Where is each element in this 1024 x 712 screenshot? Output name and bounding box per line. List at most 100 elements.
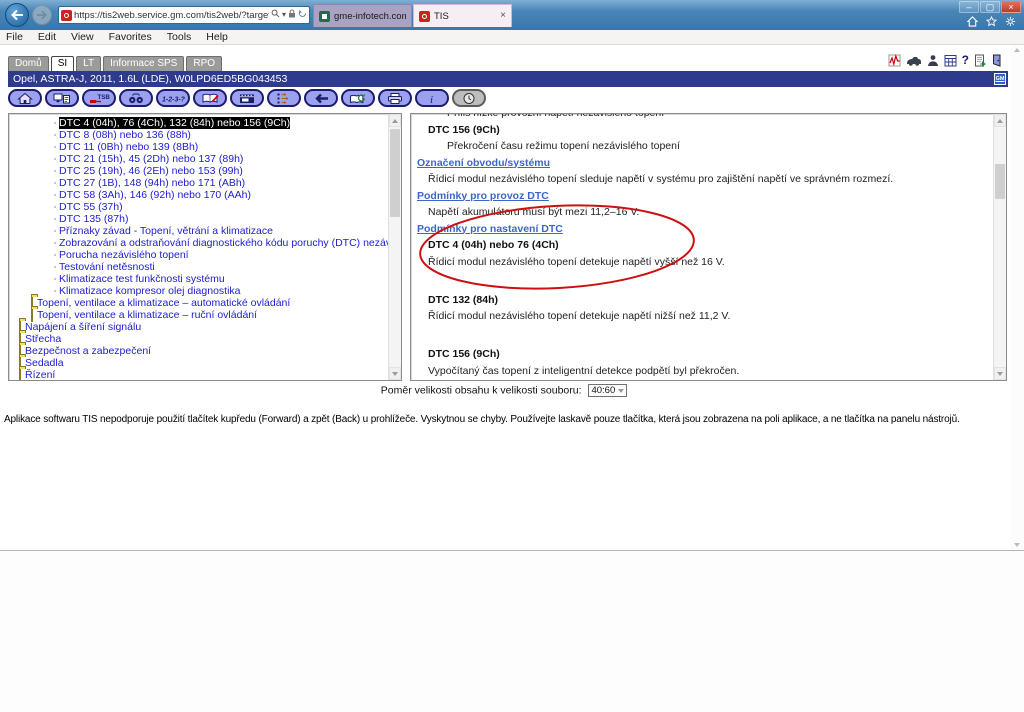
page-scrollbar[interactable] <box>1010 45 1024 550</box>
menu-item-favorites[interactable]: Favorites <box>109 31 152 43</box>
tree-link[interactable]: Zobrazování a odstraňování diagnostickéh… <box>59 237 402 249</box>
calendar-icon[interactable] <box>944 54 957 67</box>
print-button[interactable] <box>378 89 412 107</box>
tab-close-icon[interactable]: × <box>500 11 506 21</box>
info-icon: i <box>422 92 442 105</box>
document-content: Příliš nízké provozní napětí nezávislého… <box>411 113 992 381</box>
tree-scrollbar[interactable] <box>388 114 401 380</box>
signal-test-icon[interactable] <box>888 54 901 67</box>
tree-link[interactable]: DTC 21 (15h), 45 (2Dh) nebo 137 (89h) <box>59 153 243 165</box>
search-button[interactable] <box>119 89 153 107</box>
tree-link[interactable]: Klimatizace test funkčnosti systému <box>59 273 225 285</box>
page-viewport: DomůSILTInformace SPSRPO ? Opel, ASTRA-J… <box>0 45 1024 551</box>
scroll-down-arrow[interactable] <box>1014 543 1020 547</box>
app-tab-lt[interactable]: LT <box>76 56 101 72</box>
content-link[interactable]: Označení obvodu/systému <box>417 157 992 169</box>
history-button[interactable] <box>452 89 486 107</box>
caret-down-icon[interactable]: ▾ <box>282 10 286 20</box>
tree-link[interactable]: DTC 135 (87h) <box>59 213 128 225</box>
star-icon[interactable] <box>986 16 997 27</box>
search-glass-icon[interactable] <box>271 9 280 21</box>
tree-item: Příznaky závad - Topení, větrání a klima… <box>9 225 387 237</box>
tsb-button[interactable]: TSB <box>82 89 116 107</box>
refresh-doc-button[interactable] <box>341 89 375 107</box>
minimize-button[interactable]: – <box>959 1 979 13</box>
app-tab-informace-sps[interactable]: Informace SPS <box>103 56 184 72</box>
browser-back-button[interactable] <box>5 3 29 27</box>
ratio-label: Poměr velikosti obsahu k velikosti soubo… <box>381 384 582 396</box>
browser-tab-tis[interactable]: TIS × <box>413 4 512 27</box>
app-nav-tabs: DomůSILTInformace SPSRPO <box>8 56 222 72</box>
menu-item-tools[interactable]: Tools <box>167 31 192 43</box>
content-link[interactable]: Podmínky pro nastavení DTC <box>417 223 992 235</box>
menu-item-edit[interactable]: Edit <box>38 31 56 43</box>
vehicle-icon[interactable] <box>906 55 922 67</box>
tree-link[interactable]: Napájení a šíření signálu <box>25 321 141 333</box>
bookmarks-button[interactable] <box>193 89 227 107</box>
close-button[interactable]: × <box>1001 1 1021 13</box>
home-button[interactable] <box>8 89 42 107</box>
scroll-up-arrow[interactable] <box>1014 48 1020 52</box>
tree-link[interactable]: Porucha nezávislého topení <box>59 249 189 261</box>
browser-forward-button[interactable] <box>32 5 52 25</box>
content-text: Řídicí modul nezávislého topení detekuje… <box>428 310 992 322</box>
help-icon[interactable]: ? <box>962 54 969 67</box>
content-text: Vypočítaný čas topení z inteligentní det… <box>428 365 992 377</box>
tree-item: DTC 11 (0Bh) nebo 139 (8Bh) <box>9 141 387 153</box>
address-bar[interactable]: https://tis2web.service.gm.com/tis2web/?… <box>58 6 310 24</box>
binoculars-icon <box>126 92 146 105</box>
menu-item-view[interactable]: View <box>71 31 94 43</box>
tree-link[interactable]: DTC 55 (37h) <box>59 201 123 213</box>
app-tab-rpo[interactable]: RPO <box>186 56 222 72</box>
tree-link[interactable]: Bezpečnost a zabezpečení <box>25 345 151 357</box>
steps-button[interactable]: 1-2-3-? <box>156 89 190 107</box>
scroll-up-arrow[interactable] <box>994 114 1006 127</box>
maximize-button[interactable]: ▢ <box>980 1 1000 13</box>
tree-link[interactable]: Topení, ventilace a klimatizace – automa… <box>37 297 290 309</box>
browser-tab-gme-infotech[interactable]: gme-infotech.com <box>313 4 412 27</box>
tree-link[interactable]: DTC 25 (19h), 46 (2Eh) nebo 153 (99h) <box>59 165 243 177</box>
media-button[interactable] <box>230 89 264 107</box>
menu-item-help[interactable]: Help <box>206 31 228 43</box>
scroll-thumb[interactable] <box>390 129 400 217</box>
app-tab-domů[interactable]: Domů <box>8 56 49 72</box>
info-button[interactable]: i <box>415 89 449 107</box>
tree-link[interactable]: Příznaky závad - Topení, větrání a klima… <box>59 225 273 237</box>
tree-link[interactable]: Topení, ventilace a klimatizace – ruční … <box>37 309 257 321</box>
exit-door-icon[interactable] <box>991 54 1002 67</box>
session-icon <box>52 92 72 105</box>
document-panel: Příliš nízké provozní napětí nezávislého… <box>410 113 1007 381</box>
tree-folder: Sedadla <box>9 357 387 369</box>
tree-link[interactable]: Sedadla <box>25 357 64 369</box>
gear-icon[interactable] <box>1005 16 1016 27</box>
structure-button[interactable] <box>267 89 301 107</box>
app-tab-si[interactable]: SI <box>51 56 74 72</box>
ratio-value: 40:60 <box>591 385 615 396</box>
menu-item-file[interactable]: File <box>6 31 23 43</box>
user-icon[interactable] <box>927 54 939 67</box>
home-icon[interactable] <box>967 16 978 27</box>
document-scrollbar[interactable] <box>993 114 1006 380</box>
tree-link[interactable]: Střecha <box>25 333 61 345</box>
scroll-down-arrow[interactable] <box>994 367 1006 380</box>
content-text: Napětí akumulátoru musí být mezi 11,2–16… <box>428 206 992 218</box>
refresh-icon[interactable] <box>298 9 307 21</box>
vehicle-session-button[interactable] <box>45 89 79 107</box>
tree-link[interactable]: DTC 27 (1B), 148 (94h) nebo 171 (ABh) <box>59 177 245 189</box>
ratio-select[interactable]: 40:60 <box>588 384 627 397</box>
svg-text:i: i <box>430 94 433 105</box>
browser-menubar: File Edit View Favorites Tools Help <box>0 30 1024 45</box>
scroll-up-arrow[interactable] <box>389 114 401 127</box>
scroll-thumb[interactable] <box>995 164 1005 199</box>
tree-link[interactable]: DTC 8 (08h) nebo 136 (88h) <box>59 129 191 141</box>
content-link[interactable]: Podmínky pro provoz DTC <box>417 190 992 202</box>
tree-link[interactable]: Klimatizace kompresor olej diagnostika <box>59 285 241 297</box>
back-button[interactable] <box>304 89 338 107</box>
tree-link[interactable]: Testování netěsnosti <box>59 261 155 273</box>
tree-link[interactable]: Řízení <box>25 369 55 381</box>
tree-link[interactable]: DTC 11 (0Bh) nebo 139 (8Bh) <box>59 141 198 153</box>
report-icon[interactable] <box>974 54 986 67</box>
tree-link[interactable]: DTC 4 (04h), 76 (4Ch), 132 (84h) nebo 15… <box>59 117 290 129</box>
tree-link[interactable]: DTC 58 (3Ah), 146 (92h) nebo 170 (AAh) <box>59 189 251 201</box>
scroll-down-arrow[interactable] <box>389 367 401 380</box>
